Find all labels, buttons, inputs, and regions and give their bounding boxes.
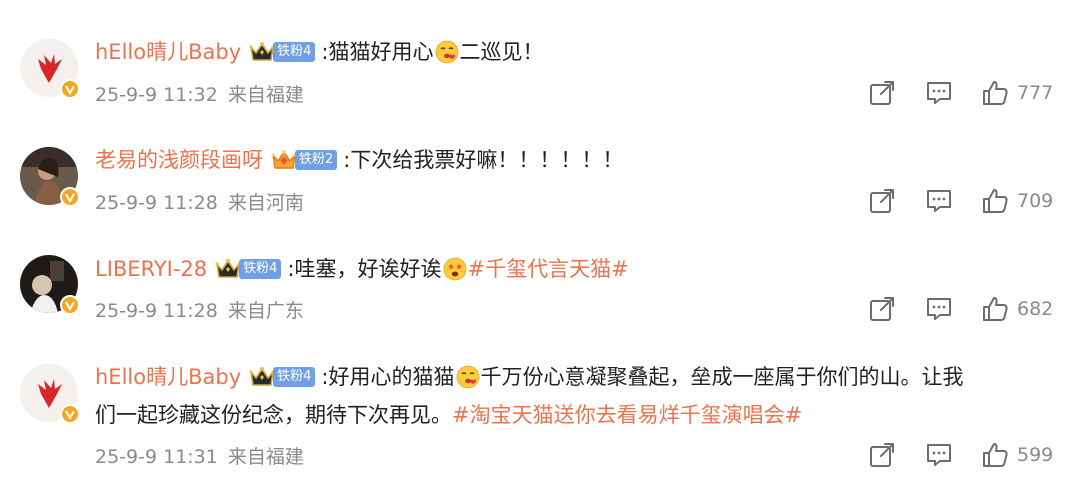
share-icon[interactable] — [868, 187, 896, 215]
timestamp: 25-9-9 11:32 — [95, 84, 218, 106]
fan-badge: 铁粉4 — [273, 42, 316, 62]
username-link[interactable]: LIBERYI-28 — [95, 254, 207, 284]
verified-icon — [60, 187, 80, 207]
avatar[interactable] — [20, 364, 80, 424]
location: 来自广东 — [227, 300, 304, 322]
crown-icon — [249, 365, 275, 389]
comment-line: 老易的浅颜段画呀 铁粉2 :下次给我票好嘛！！！！！！ — [95, 145, 623, 175]
fan-badge: 铁粉2 — [295, 150, 338, 170]
avatar[interactable] — [20, 147, 80, 207]
comment-text-continued: 们一起珍藏这份纪念，期待下次再见。 — [95, 403, 452, 427]
comment-meta: 25-9-9 11:28 来自广东 — [95, 296, 304, 323]
comment-icon[interactable] — [925, 441, 953, 469]
comment-icon[interactable] — [925, 187, 953, 215]
username-link[interactable]: 老易的浅颜段画呀 — [95, 145, 263, 175]
comment-icon[interactable] — [925, 295, 953, 323]
location: 来自福建 — [227, 84, 304, 106]
verified-icon — [60, 295, 80, 315]
comment-line: hEllo晴儿Baby 铁粉4 :猫猫好用心 二巡见！ — [95, 37, 544, 67]
comment-text: :猫猫好用心 — [321, 40, 434, 64]
fan-badge: 铁粉4 — [239, 259, 282, 279]
comment-meta: 25-9-9 11:31 来自福建 — [95, 442, 304, 469]
star-struck-face-icon — [443, 257, 467, 281]
like-count: 682 — [1017, 298, 1054, 320]
comment-line-2: 们一起珍藏这份纪念，期待下次再见。#淘宝天猫送你去看易烊千玺演唱会# — [95, 397, 1055, 433]
share-icon[interactable] — [868, 295, 896, 323]
comment-line: hEllo晴儿Baby 铁粉4 :好用心的猫猫 千万份心意凝聚叠起，垒成一座属于… — [95, 362, 964, 392]
share-icon[interactable] — [868, 79, 896, 107]
topic-link[interactable]: #淘宝天猫送你去看易烊千玺演唱会# — [452, 403, 802, 427]
verified-icon — [60, 79, 80, 99]
crown-icon — [249, 40, 275, 64]
comment-text: :哇塞，好诶好诶 — [287, 257, 442, 281]
comment-text-tail: 二巡见！ — [459, 40, 544, 64]
like-count: 777 — [1017, 82, 1054, 104]
username-link[interactable]: hEllo晴儿Baby — [95, 362, 241, 392]
location: 来自福建 — [227, 446, 304, 468]
crown-icon — [271, 148, 297, 172]
love-face-icon — [456, 365, 480, 389]
timestamp: 25-9-9 11:31 — [95, 446, 218, 468]
comment-line: LIBERYI-28 铁粉4 :哇塞，好诶好诶 #千玺代言天猫# — [95, 254, 629, 284]
avatar[interactable] — [20, 39, 80, 99]
comment-meta: 25-9-9 11:28 来自河南 — [95, 188, 304, 215]
timestamp: 25-9-9 11:28 — [95, 192, 218, 214]
username-link[interactable]: hEllo晴儿Baby — [95, 37, 241, 67]
love-face-icon — [435, 40, 459, 64]
crown-icon — [215, 257, 241, 281]
like-icon[interactable] — [981, 295, 1009, 323]
comment-icon[interactable] — [925, 79, 953, 107]
location: 来自河南 — [227, 192, 304, 214]
like-count: 709 — [1017, 190, 1054, 212]
like-icon[interactable] — [981, 187, 1009, 215]
fan-badge: 铁粉4 — [273, 367, 316, 387]
avatar[interactable] — [20, 255, 80, 315]
like-icon[interactable] — [981, 79, 1009, 107]
comment-text: :好用心的猫猫 — [321, 365, 455, 389]
comment-text-tail: 千万份心意凝聚叠起，垒成一座属于你们的山。让我 — [480, 365, 964, 389]
like-icon[interactable] — [981, 441, 1009, 469]
verified-icon — [60, 404, 80, 424]
timestamp: 25-9-9 11:28 — [95, 300, 218, 322]
share-icon[interactable] — [868, 441, 896, 469]
comment-meta: 25-9-9 11:32 来自福建 — [95, 80, 304, 107]
comment-text: :下次给我票好嘛！！！！！！ — [343, 148, 624, 172]
topic-link[interactable]: #千玺代言天猫# — [468, 254, 629, 284]
like-count: 599 — [1017, 444, 1054, 466]
